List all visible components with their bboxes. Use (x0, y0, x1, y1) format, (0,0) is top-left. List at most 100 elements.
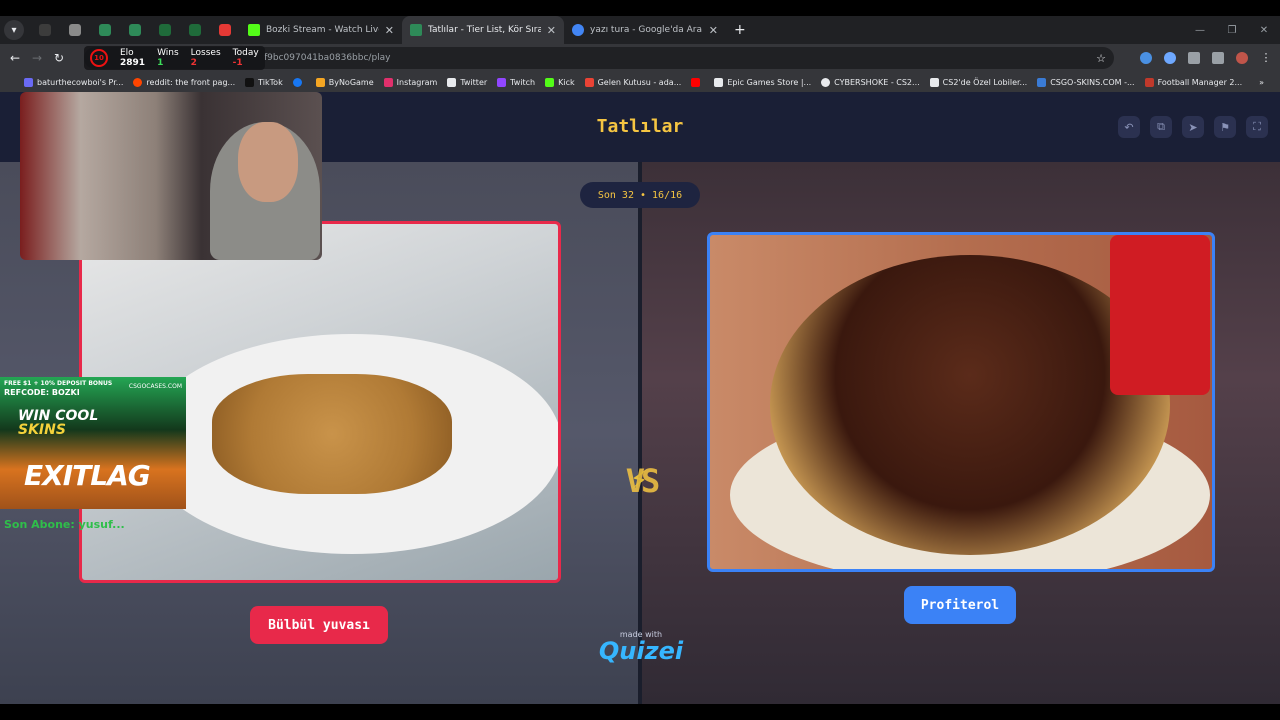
bookmark-label: CYBERSHOKE - CS2... (834, 77, 920, 87)
maximize-icon[interactable]: ❐ (1216, 25, 1248, 36)
pinned-tab[interactable] (120, 16, 150, 44)
new-tab-button[interactable]: + (734, 22, 746, 38)
top-letterbox (0, 0, 1280, 16)
bookmark-item[interactable] (691, 77, 704, 87)
pastry-shape (212, 374, 452, 494)
losses-stat: Losses 2 (191, 48, 221, 68)
kick-icon (248, 24, 260, 36)
pinned-tab[interactable] (60, 16, 90, 44)
minimize-icon[interactable]: — (1184, 25, 1216, 36)
bookmark-item[interactable]: Football Manager 2... (1144, 77, 1242, 87)
tab-search-button[interactable]: ▾ (4, 20, 24, 40)
bookmark-item[interactable]: Epic Games Store |... (714, 77, 811, 87)
undo-icon[interactable]: ↶ (1118, 116, 1140, 138)
bookmark-label: ByNoGame (328, 77, 374, 87)
facebook-icon (292, 77, 302, 87)
bookmark-item[interactable]: baturthecowboi's Pr... (24, 77, 124, 87)
pinned-tab-icon (39, 24, 51, 36)
versus-icon: VS ⚡ (606, 462, 676, 522)
puzzle-icon[interactable] (1188, 52, 1200, 64)
media-icon[interactable] (1212, 52, 1224, 64)
close-icon[interactable]: ✕ (385, 24, 394, 37)
pinned-tab[interactable] (150, 16, 180, 44)
pinned-tab[interactable] (90, 16, 120, 44)
ad-refcode-text: REFCODE: BOZKI (4, 388, 80, 397)
forward-icon[interactable]: → (26, 51, 48, 65)
bookmark-item[interactable]: CSGO-SKINS.COM -... (1037, 77, 1135, 87)
epic-games-icon (714, 77, 724, 87)
made-with-badge[interactable]: made with Quizei (596, 630, 686, 663)
close-icon[interactable]: ✕ (547, 24, 556, 37)
wins-stat: Wins 1 (157, 48, 179, 68)
faceit-level-icon: 10 (90, 49, 108, 67)
wins-value: 1 (157, 58, 164, 68)
fullscreen-icon[interactable]: ⛶ (1246, 116, 1268, 138)
cs2-lobby-icon (929, 77, 939, 87)
report-flag-icon[interactable]: ⚑ (1214, 116, 1236, 138)
bookmark-item[interactable]: CYBERSHOKE - CS2... (821, 77, 920, 87)
exitlag-logo: EXITLAG (24, 459, 151, 492)
pinned-tabs (30, 16, 240, 44)
elo-label: Elo (120, 48, 134, 58)
bookmark-label: baturthecowboi's Pr... (37, 77, 124, 87)
bookmark-item[interactable]: Gelen Kutusu - ada... (584, 77, 681, 87)
ad-headline: WIN COOL SKINS (18, 409, 98, 437)
wins-label: Wins (157, 48, 179, 58)
losses-label: Losses (190, 48, 221, 58)
pinned-tab-icon (189, 24, 201, 36)
bynogame-icon (315, 77, 325, 87)
bookmark-item[interactable]: CS2'de Özel Lobiler... (929, 77, 1027, 87)
bookmark-item[interactable] (292, 77, 306, 87)
bookmark-item[interactable]: Twitch (497, 77, 536, 87)
audio-icon[interactable] (1164, 52, 1176, 64)
streamer-head-shape (238, 122, 298, 202)
pinned-tab-icon (159, 24, 171, 36)
webcam-overlay (20, 92, 322, 260)
right-option-button[interactable]: Profiterol (904, 586, 1016, 624)
tab-tier-list[interactable]: Tatlılar - Tier List, Kör Sıralama, ✕ (402, 16, 564, 44)
today-stat: Today -1 (233, 48, 259, 68)
bookmark-item[interactable]: Kick (545, 77, 575, 87)
football-manager-icon (1144, 77, 1154, 87)
today-label: Today (232, 48, 259, 58)
pinned-tab[interactable] (30, 16, 60, 44)
pinned-tab[interactable] (210, 16, 240, 44)
tab-google-search[interactable]: yazı tura - Google'da Ara ✕ (564, 16, 726, 44)
bookmark-star-icon[interactable]: ☆ (1096, 52, 1106, 65)
bookmark-label: Kick (558, 77, 575, 87)
quizei-icon (410, 24, 422, 36)
address-bar-row: ← → ↻ f9bc097041ba0836bbc/play ☆ 10 Elo … (0, 44, 1280, 72)
losses-value: 2 (190, 58, 197, 68)
close-icon[interactable]: ✕ (709, 24, 718, 37)
bookmark-icon (24, 77, 33, 87)
tab-title: Bozki Stream - Watch Live on K (266, 25, 379, 35)
share-icon[interactable]: ➤ (1182, 116, 1204, 138)
close-window-icon[interactable]: ✕ (1248, 25, 1280, 36)
window-controls: — ❐ ✕ (1184, 16, 1280, 44)
tab-kick-stream[interactable]: Bozki Stream - Watch Live on K ✕ (240, 16, 402, 44)
ad-headline-line1: WIN COOL (18, 408, 99, 424)
extension-icon[interactable] (1140, 52, 1152, 64)
left-option-button[interactable]: Bülbül yuvası (250, 606, 388, 644)
faceit-elo-overlay: 10 Elo 2891 Wins 1 Losses 2 Today -1 (84, 46, 265, 70)
ad-site-text: CSGOCASES.COM (128, 383, 182, 390)
menu-icon[interactable]: ⋮ (1260, 52, 1272, 64)
pinned-tab[interactable] (180, 16, 210, 44)
today-value: -1 (232, 58, 243, 68)
back-icon[interactable]: ← (4, 51, 26, 65)
bookmark-item[interactable]: TikTok (245, 77, 283, 87)
copy-link-icon[interactable]: ⧉ (1150, 116, 1172, 138)
bookmark-item[interactable]: Twitter (447, 77, 487, 87)
ad-headline-line2: SKINS (18, 422, 66, 438)
google-icon (572, 24, 584, 36)
lightning-icon: ⚡ (630, 462, 648, 497)
bookmark-label: Twitch (510, 77, 536, 87)
bookmarks-overflow-icon[interactable]: » (1259, 78, 1264, 87)
bookmark-item[interactable]: Instagram (383, 77, 437, 87)
bookmark-item[interactable]: ByNoGame (315, 77, 374, 87)
bookmark-label: CSGO-SKINS.COM -... (1050, 77, 1135, 87)
bookmark-item[interactable]: reddit: the front pag... (133, 77, 235, 87)
right-option-image[interactable] (707, 232, 1215, 572)
reload-icon[interactable]: ↻ (48, 51, 70, 65)
profile-avatar[interactable] (1236, 52, 1248, 64)
